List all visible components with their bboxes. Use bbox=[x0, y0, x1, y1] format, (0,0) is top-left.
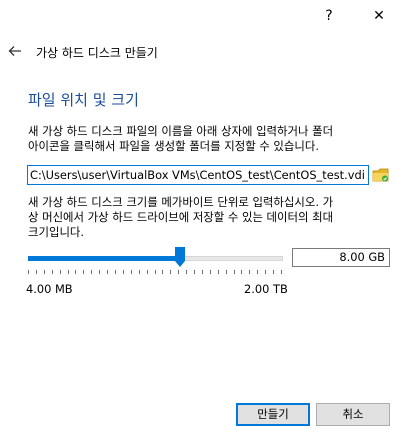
slider-tick bbox=[257, 270, 259, 274]
choose-folder-button[interactable] bbox=[372, 166, 390, 184]
slider-tick bbox=[162, 270, 164, 274]
create-button[interactable]: 만들기 bbox=[236, 403, 310, 426]
close-button[interactable]: ✕ bbox=[356, 0, 402, 32]
slider-thumb[interactable] bbox=[174, 247, 185, 267]
location-description-line: 새 가상 하드 디스크 파일의 이름을 아래 상자에 입력하거나 폴더 bbox=[28, 124, 334, 138]
slider-tick bbox=[51, 270, 53, 274]
folder-icon bbox=[372, 168, 389, 182]
slider-tick bbox=[75, 270, 77, 274]
size-description-line: 상 머신에서 가상 하드 드라이브에 저장할 수 있는 데이터의 최대 bbox=[28, 210, 334, 224]
slider-tick bbox=[186, 270, 188, 274]
slider-tick bbox=[194, 270, 196, 274]
slider-tick bbox=[233, 270, 235, 274]
size-description-line: 새 가상 하드 디스크 크기를 메가바이트 단위로 입력하십시오. 가 bbox=[28, 195, 334, 209]
slider-tick bbox=[107, 270, 109, 274]
title-bar: ? ✕ bbox=[0, 0, 405, 32]
file-path-value: C:\Users\user\VirtualBox VMs\CentOS_test… bbox=[30, 168, 365, 182]
slider-tick bbox=[281, 270, 282, 274]
dialog-title: 가상 하드 디스크 만들기 bbox=[36, 46, 158, 60]
file-path-input[interactable]: C:\Users\user\VirtualBox VMs\CentOS_test… bbox=[27, 165, 369, 185]
size-slider[interactable] bbox=[26, 246, 283, 270]
location-description-line: 아이콘을 클릭해서 파일을 생성할 폴더를 지정할 수 있습니다. bbox=[28, 139, 319, 153]
slider-tick bbox=[249, 270, 251, 274]
slider-tick bbox=[217, 270, 219, 274]
slider-tick bbox=[138, 270, 140, 274]
slider-tick bbox=[59, 270, 61, 274]
help-icon: ? bbox=[325, 8, 333, 24]
slider-tick bbox=[99, 270, 101, 274]
slider-tick bbox=[154, 270, 156, 274]
size-description-line: 크기입니다. bbox=[28, 225, 85, 239]
slider-tick bbox=[146, 270, 148, 274]
slider-tick bbox=[122, 270, 124, 274]
slider-tick bbox=[265, 270, 267, 274]
slider-tick bbox=[273, 270, 275, 274]
slider-tick bbox=[35, 270, 37, 274]
slider-tick bbox=[114, 270, 116, 274]
slider-tick bbox=[28, 270, 29, 274]
section-title: 파일 위치 및 크기 bbox=[28, 91, 139, 109]
help-button[interactable]: ? bbox=[306, 0, 352, 32]
slider-tick bbox=[91, 270, 93, 274]
max-size-label: 2.00 TB bbox=[244, 282, 288, 296]
slider-tick bbox=[130, 270, 132, 274]
min-size-label: 4.00 MB bbox=[26, 282, 73, 296]
size-input[interactable]: 8.00 GB bbox=[292, 248, 390, 267]
location-description: 새 가상 하드 디스크 파일의 이름을 아래 상자에 입력하거나 폴더 아이콘을… bbox=[28, 124, 333, 154]
slider-tick bbox=[178, 270, 180, 274]
back-arrow-icon[interactable] bbox=[6, 42, 24, 60]
close-icon: ✕ bbox=[373, 8, 385, 24]
slider-ticks bbox=[26, 270, 283, 276]
slider-tick bbox=[67, 270, 69, 274]
slider-tick bbox=[209, 270, 211, 274]
size-description: 새 가상 하드 디스크 크기를 메가바이트 단위로 입력하십시오. 가 상 머신… bbox=[28, 195, 333, 240]
slider-tick bbox=[241, 270, 243, 274]
slider-tick bbox=[43, 270, 45, 274]
slider-tick bbox=[225, 270, 227, 274]
slider-tick bbox=[170, 270, 172, 274]
slider-tick bbox=[201, 270, 203, 274]
slider-fill bbox=[28, 256, 182, 261]
cancel-button[interactable]: 취소 bbox=[316, 403, 390, 426]
slider-tick bbox=[83, 270, 85, 274]
